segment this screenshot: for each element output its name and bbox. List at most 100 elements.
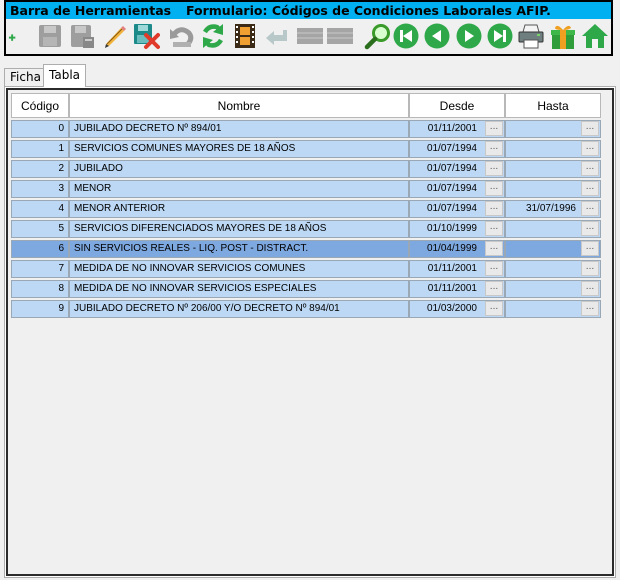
from-date-picker-button[interactable]: ... xyxy=(485,201,503,216)
delete-icon xyxy=(132,22,160,50)
cell-code[interactable]: 6 xyxy=(11,240,69,258)
grid-button[interactable] xyxy=(294,21,324,51)
table-row[interactable]: 3 MENOR 01/07/1994...... xyxy=(8,180,608,199)
gift-icon xyxy=(549,22,577,50)
cell-name[interactable]: SERVICIOS DIFERENCIADOS MAYORES DE 18 AÑ… xyxy=(69,220,409,238)
to-date-picker-button[interactable]: ... xyxy=(581,201,599,216)
cell-name[interactable]: SERVICIOS COMUNES MAYORES DE 18 AÑOS xyxy=(69,140,409,158)
to-date-picker-button[interactable]: ... xyxy=(581,241,599,256)
cell-code[interactable]: 7 xyxy=(11,260,69,278)
table-row[interactable]: 4 MENOR ANTERIOR 01/07/1994 31/07/1996.....… xyxy=(8,200,608,219)
tab-tabla[interactable]: Tabla xyxy=(43,64,87,87)
to-date-picker-button[interactable]: ... xyxy=(581,181,599,196)
undo-icon xyxy=(167,22,195,50)
table-row[interactable]: 7 MEDIDA DE NO INNOVAR SERVICIOS COMUNES 0… xyxy=(8,260,608,279)
data-grid: Código Nombre Desde Hasta 0 JUBILADO DECR… xyxy=(6,88,614,576)
to-date-picker-button[interactable]: ... xyxy=(581,281,599,296)
save-as-button[interactable] xyxy=(67,21,97,51)
next-record-button[interactable] xyxy=(454,21,484,51)
home-button[interactable] xyxy=(580,21,610,51)
cell-code[interactable]: 4 xyxy=(11,200,69,218)
from-date-picker-button[interactable]: ... xyxy=(485,181,503,196)
gift-button[interactable] xyxy=(548,21,578,51)
back-arrow-icon xyxy=(263,22,291,50)
home-icon xyxy=(581,22,609,50)
to-date-picker-button[interactable]: ... xyxy=(581,301,599,316)
delete-button[interactable] xyxy=(131,21,161,51)
to-date-picker-button[interactable]: ... xyxy=(581,261,599,276)
from-date-picker-button[interactable]: ... xyxy=(485,281,503,296)
cell-name[interactable]: JUBILADO DECRETO Nº 894/01 xyxy=(69,120,409,138)
cell-code[interactable]: 5 xyxy=(11,220,69,238)
edit-pencil-icon xyxy=(100,22,128,50)
first-record-icon xyxy=(392,22,420,50)
tab-ficha[interactable]: Ficha xyxy=(4,68,47,87)
from-date-picker-button[interactable]: ... xyxy=(485,301,503,316)
column-header-to-label: Hasta xyxy=(537,98,569,113)
back-arrow-button[interactable] xyxy=(262,21,292,51)
column-header-from-label: Desde xyxy=(439,98,475,113)
edit-button[interactable] xyxy=(99,21,129,51)
from-date-picker-button[interactable]: ... xyxy=(485,121,503,136)
cell-code[interactable]: 3 xyxy=(11,180,69,198)
toolbar-title: Barra de Herramientas xyxy=(10,3,172,18)
search-button[interactable] xyxy=(363,21,393,51)
print-button[interactable] xyxy=(516,21,546,51)
from-date-picker-button[interactable]: ... xyxy=(485,141,503,156)
next-record-icon xyxy=(455,22,483,50)
previous-record-icon xyxy=(423,22,451,50)
cell-code[interactable]: 2 xyxy=(11,160,69,178)
refresh-button[interactable] xyxy=(198,21,228,51)
from-date-picker-button[interactable]: ... xyxy=(485,261,503,276)
cell-name[interactable]: JUBILADO DECRETO Nº 206/00 Y/O DECRETO N… xyxy=(69,300,409,318)
cell-code[interactable]: 8 xyxy=(11,280,69,298)
search-icon xyxy=(364,22,392,50)
grid-alt-icon xyxy=(325,22,353,50)
table-row[interactable]: 8 MEDIDA DE NO INNOVAR SERVICIOS ESPECIAL… xyxy=(8,280,608,299)
film-icon xyxy=(231,22,259,50)
table-row[interactable]: 0 JUBILADO DECRETO Nº 894/01 01/11/2001...… xyxy=(8,120,608,139)
cell-code[interactable]: 1 xyxy=(11,140,69,158)
cell-code[interactable]: 0 xyxy=(11,120,69,138)
table-row[interactable]: 1 SERVICIOS COMUNES MAYORES DE 18 AÑOS 01/… xyxy=(8,140,608,159)
last-record-icon xyxy=(486,22,514,50)
cell-name[interactable]: SIN SERVICIOS REALES - LIQ. POST - DISTR… xyxy=(69,240,409,258)
column-header-to[interactable]: Hasta xyxy=(505,93,601,118)
toolbar-icons xyxy=(6,19,611,54)
from-date-picker-button[interactable]: ... xyxy=(485,241,503,256)
film-button[interactable] xyxy=(230,21,260,51)
cell-name[interactable]: MEDIDA DE NO INNOVAR SERVICIOS ESPECIALE… xyxy=(69,280,409,298)
cell-name[interactable]: MENOR ANTERIOR xyxy=(69,200,409,218)
grid-alt-button[interactable] xyxy=(324,21,354,51)
last-record-button[interactable] xyxy=(485,21,515,51)
cell-name[interactable]: JUBILADO xyxy=(69,160,409,178)
column-header-name[interactable]: Nombre xyxy=(69,93,409,118)
first-record-button[interactable] xyxy=(391,21,421,51)
save-button[interactable] xyxy=(35,21,65,51)
previous-record-button[interactable] xyxy=(422,21,452,51)
cell-name[interactable]: MENOR xyxy=(69,180,409,198)
to-date-picker-button[interactable]: ... xyxy=(581,161,599,176)
cell-code[interactable]: 9 xyxy=(11,300,69,318)
from-date-picker-button[interactable]: ... xyxy=(485,161,503,176)
undo-button[interactable] xyxy=(166,21,196,51)
column-header-code[interactable]: Código xyxy=(11,93,69,118)
table-row[interactable]: 5 SERVICIOS DIFERENCIADOS MAYORES DE 18 A… xyxy=(8,220,608,239)
column-header-name-label: Nombre xyxy=(217,98,261,113)
to-date-picker-button[interactable]: ... xyxy=(581,221,599,236)
tab-tabla-label: Tabla xyxy=(49,68,81,82)
cell-name[interactable]: MEDIDA DE NO INNOVAR SERVICIOS COMUNES xyxy=(69,260,409,278)
column-header-from[interactable]: Desde xyxy=(409,93,505,118)
save-icon xyxy=(36,22,64,50)
column-header-code-label: Código xyxy=(20,98,60,113)
to-date-picker-button[interactable]: ... xyxy=(581,141,599,156)
to-date-picker-button[interactable]: ... xyxy=(581,121,599,136)
from-date-picker-button[interactable]: ... xyxy=(485,221,503,236)
add-button[interactable] xyxy=(6,21,26,51)
add-icon xyxy=(7,22,25,50)
table-row[interactable]: 2 JUBILADO 01/07/1994...... xyxy=(8,160,608,179)
toolbar-title-bar: Barra de Herramientas Formulario: Código… xyxy=(6,2,611,19)
table-row[interactable]: 9 JUBILADO DECRETO Nº 206/00 Y/O DECRETO … xyxy=(8,300,608,319)
table-row[interactable]: 6 SIN SERVICIOS REALES - LIQ. POST - DIST… xyxy=(8,240,608,259)
refresh-icon xyxy=(199,22,227,50)
